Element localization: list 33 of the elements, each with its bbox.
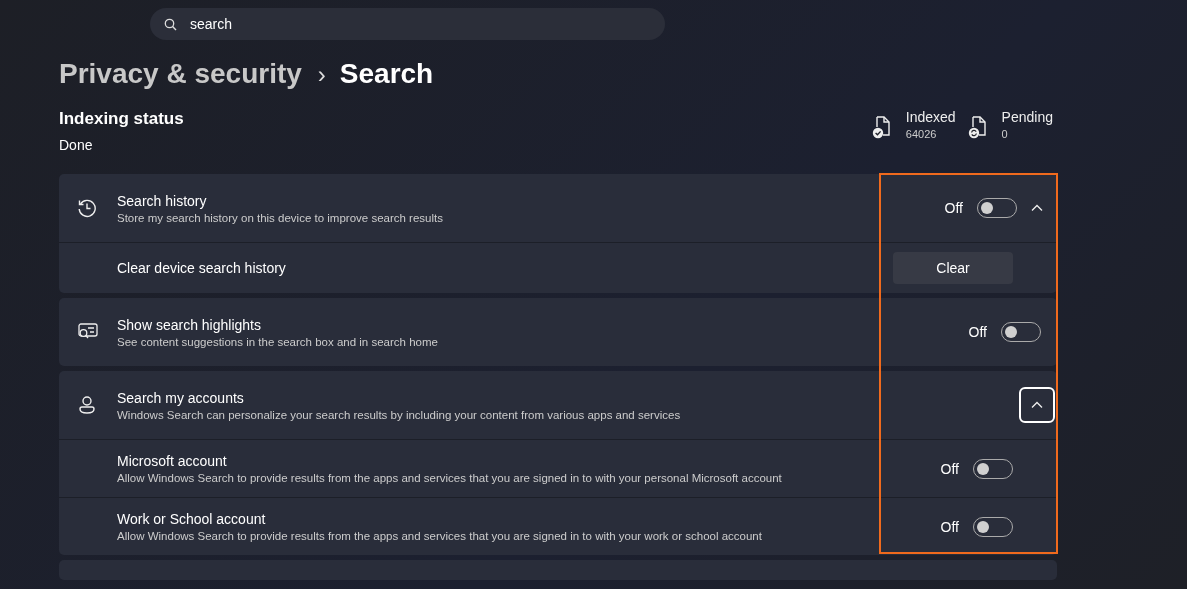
search-field[interactable]: search (150, 8, 665, 40)
setting-title: Search my accounts (117, 389, 245, 406)
collapse-button[interactable] (1019, 387, 1055, 423)
setting-description: See content suggestions in the search box and in search home (117, 335, 439, 348)
setting-title: Microsoft account (117, 453, 228, 469)
stat-value: 0 (1001, 128, 1009, 140)
section-title: Indexing status (59, 109, 184, 129)
setting-title: Work or School account (117, 511, 267, 527)
setting-title: Show search highlights (117, 316, 262, 333)
setting-title: Clear device search history (117, 260, 287, 276)
stat-label: Pending (1001, 109, 1053, 125)
setting-description: Allow Windows Search to provide results from the apps and services that you are signed in to with your personal Microsoft account (117, 472, 783, 484)
person-icon (77, 395, 97, 415)
clear-button[interactable]: Clear (893, 252, 1013, 284)
toggle-label: Off (940, 460, 959, 477)
setting-description: Store my search history on this device to improve search results (117, 211, 444, 224)
toggle-label: Off (944, 200, 963, 216)
stat-label: Indexed (905, 109, 956, 125)
stat-value: 64026 (905, 128, 938, 140)
chevron-icon (1031, 401, 1043, 409)
history-icon (77, 198, 97, 218)
status-text: Done (59, 137, 94, 153)
setting-description: Allow Windows Search to provide results from the apps and services that you are signed in to with your work or school account (117, 530, 763, 542)
file-check-icon (871, 115, 892, 139)
chevron-icon (1031, 204, 1043, 212)
file-sync-icon (967, 115, 988, 139)
page-title: Search (339, 58, 434, 90)
breadcrumb-separator: › (317, 61, 326, 89)
toggle-label: Off (968, 324, 987, 340)
toggle-label: Off (940, 518, 959, 535)
breadcrumb-parent[interactable]: Privacy & security (59, 58, 302, 90)
setting-description: Windows Search can personalize your search results by including your content from various apps and services (117, 408, 682, 421)
setting-title: Search history (117, 192, 208, 209)
